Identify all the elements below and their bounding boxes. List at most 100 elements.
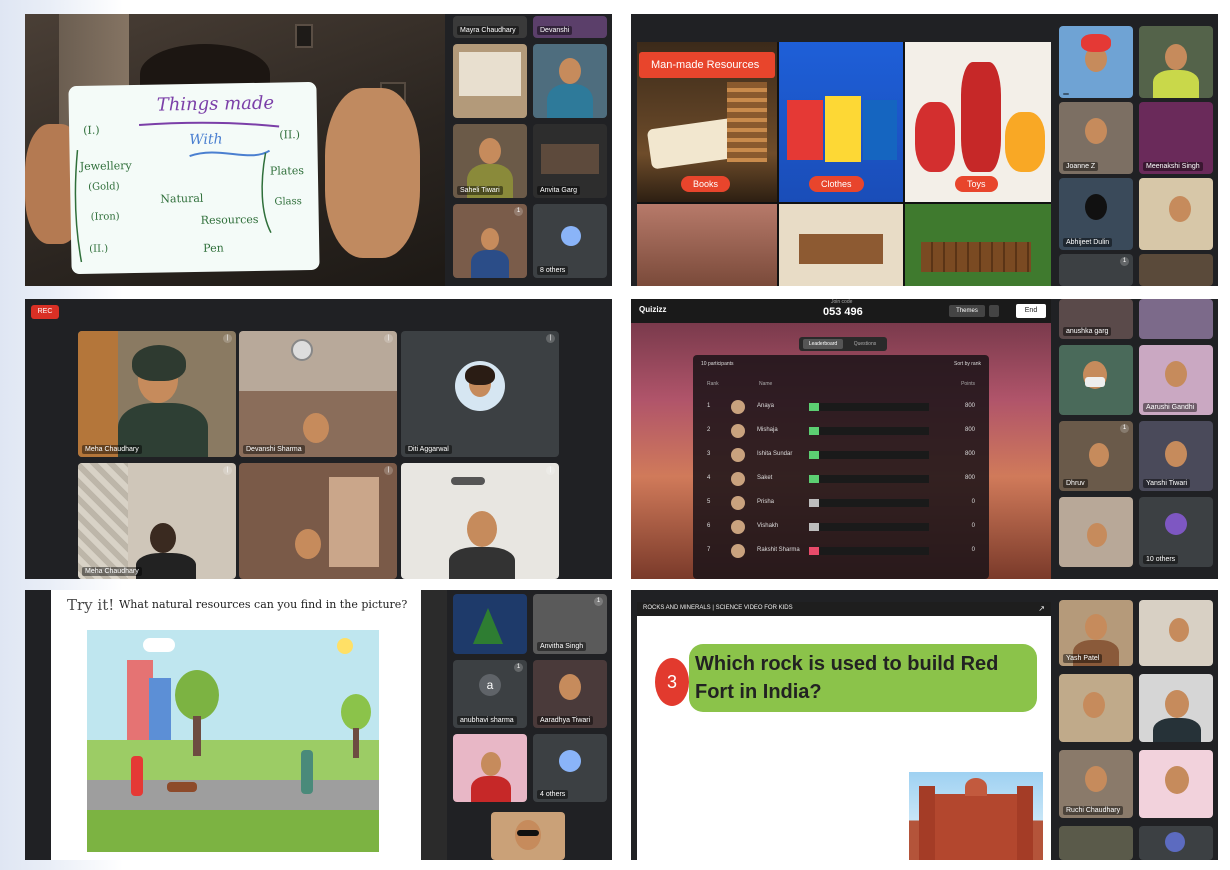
participant-name: Aarushi Gandhi	[1143, 403, 1198, 412]
participant-tile[interactable]	[1139, 674, 1213, 742]
participant-tile[interactable]	[1059, 497, 1133, 567]
participant-name: Mayra Chaudhary	[457, 26, 519, 35]
participant-name: Yanshi Tiwari	[1143, 479, 1191, 488]
participant-tile[interactable]	[453, 734, 527, 802]
participant-tile[interactable]: Yash Patel	[1059, 600, 1133, 666]
themes-button[interactable]: Themes	[949, 305, 985, 317]
participant-tile[interactable]	[1059, 345, 1133, 415]
participant-tile[interactable]: |	[239, 463, 397, 579]
person	[131, 756, 143, 796]
participant-tile[interactable]	[1139, 299, 1213, 339]
others-count: 10 others	[1143, 555, 1179, 564]
shoes-image	[637, 204, 777, 286]
participant-tile[interactable]: Joanne Z	[1059, 102, 1133, 174]
svg-text:Plates: Plates	[270, 164, 305, 178]
participant-tile[interactable]: Meha Chaudhary |	[78, 463, 236, 579]
participant-tile[interactable]: |	[401, 463, 559, 579]
participant-tile[interactable]: Mayra Chaudhary	[453, 16, 527, 38]
others-count: 4 others	[537, 790, 569, 799]
participant-name: Abhijeet Dulin	[1063, 238, 1113, 247]
player-avatar-icon	[731, 544, 745, 558]
participant-tile[interactable]: 1	[1059, 254, 1133, 286]
leaderboard-rank: 3	[707, 451, 711, 457]
avatar-stack-icon	[561, 226, 581, 246]
participant-tile[interactable]	[1059, 26, 1133, 98]
participant-tile[interactable]: Devanshi	[533, 16, 607, 38]
header-name: Name	[759, 381, 773, 387]
sort-dropdown[interactable]: Sort by rank	[954, 361, 981, 367]
participant-tile[interactable]: Anvitha Singh 1	[533, 594, 607, 654]
slide-heading-question: What natural resources can you find in t…	[119, 598, 408, 611]
leaderboard-score: 0	[971, 499, 975, 505]
recording-badge: REC	[31, 305, 59, 319]
question-bubble: Which rock is used to build Red Fort in …	[689, 644, 1037, 712]
label-books: Books	[681, 176, 731, 192]
score-bar	[809, 451, 819, 459]
christmas-tree-icon	[473, 608, 503, 644]
score-bar-track	[809, 523, 929, 531]
participant-tile[interactable]	[533, 44, 607, 118]
mic-muted-icon: 1	[514, 207, 523, 216]
participant-name: Meha Chaudhary	[82, 567, 142, 576]
participant-tile[interactable]: Meha Chaudhary |	[78, 331, 236, 457]
participant-tile[interactable]: Yanshi Tiwari	[1139, 421, 1213, 491]
score-bar	[809, 499, 819, 507]
player-avatar-icon	[731, 472, 745, 486]
participant-tile[interactable]: Anvita Garg	[533, 124, 607, 198]
participant-name: Yash Patel	[1063, 654, 1103, 663]
participant-tile[interactable]: Meenakshi Singh	[1139, 102, 1213, 174]
participant-tile[interactable]	[1139, 178, 1213, 250]
label-clothes: Clothes	[809, 176, 864, 192]
building	[149, 678, 171, 740]
others-tile[interactable]: 4 others	[533, 734, 607, 802]
others-tile[interactable]	[1139, 826, 1213, 860]
presentation-slide: Try it! What natural resources can you f…	[51, 590, 421, 860]
score-bar	[809, 547, 819, 555]
participant-tile[interactable]: Dhruv 1	[1059, 421, 1133, 491]
participant-tile[interactable]	[491, 812, 565, 860]
leaderboard-row: 3 Ishita Sundar 800	[701, 447, 981, 463]
participant-tile[interactable]: Saheli Tiwari	[453, 124, 527, 198]
participant-tile[interactable]	[1139, 600, 1213, 666]
participant-tile[interactable]: Abhijeet Dulin	[1059, 178, 1133, 250]
participant-tile[interactable]: Aarushi Gandhi	[1139, 345, 1213, 415]
participant-tile[interactable]: anushka garg	[1059, 299, 1133, 339]
others-tile[interactable]: 8 others	[533, 204, 607, 278]
participant-name: Devanshi	[537, 26, 573, 35]
others-tile[interactable]: 10 others	[1139, 497, 1213, 567]
video-title: ROCKS AND MINERALS | SCIENCE VIDEO FOR K…	[643, 605, 793, 611]
leaderboard-rank: 2	[707, 427, 711, 433]
participant-name: Anvitha Singh	[537, 642, 587, 651]
settings-icon[interactable]	[989, 305, 999, 317]
avatar-stack-icon	[1165, 513, 1187, 535]
participant-tile[interactable]: Devanshi Sharma |	[239, 331, 397, 457]
score-bar	[809, 523, 819, 531]
participants-count: 10 participants	[701, 361, 734, 367]
tab-leaderboard[interactable]: Leaderboard	[803, 339, 843, 349]
tree	[341, 694, 371, 730]
mic-muted-icon: |	[546, 334, 555, 343]
red-fort-image	[909, 772, 1043, 860]
share-icon[interactable]: ↗	[1038, 604, 1045, 613]
participant-tile[interactable]: Ruchi Chaudhary	[1059, 750, 1133, 818]
participant-tile[interactable]: 1	[453, 204, 527, 278]
participant-name: Saheli Tiwari	[457, 186, 503, 195]
slide-heading-try: Try it!	[67, 596, 115, 614]
participant-tile[interactable]	[1059, 826, 1133, 860]
slide-banner: Man-made Resources	[639, 52, 775, 78]
participant-tile[interactable]	[453, 594, 527, 654]
participant-tile[interactable]	[1139, 254, 1213, 286]
participant-tile[interactable]	[1139, 750, 1213, 818]
participant-name: anubhavi sharma	[457, 716, 517, 725]
participant-tile[interactable]	[453, 44, 527, 118]
participant-tile[interactable]: a anubhavi sharma 1	[453, 660, 527, 728]
participant-tile[interactable]	[1139, 26, 1213, 98]
participant-tile[interactable]: Diti Aggarwal |	[401, 331, 559, 457]
person	[301, 750, 313, 794]
end-button[interactable]: End	[1016, 304, 1046, 318]
tab-questions[interactable]: Questions	[847, 339, 883, 349]
participant-tile[interactable]: Aaradhya Tiwari	[533, 660, 607, 728]
score-bar-track	[809, 451, 929, 459]
participant-tile[interactable]	[1059, 674, 1133, 742]
meeting-window-resources: Man-made Resources Books Clothes Toys Jo…	[631, 14, 1218, 286]
